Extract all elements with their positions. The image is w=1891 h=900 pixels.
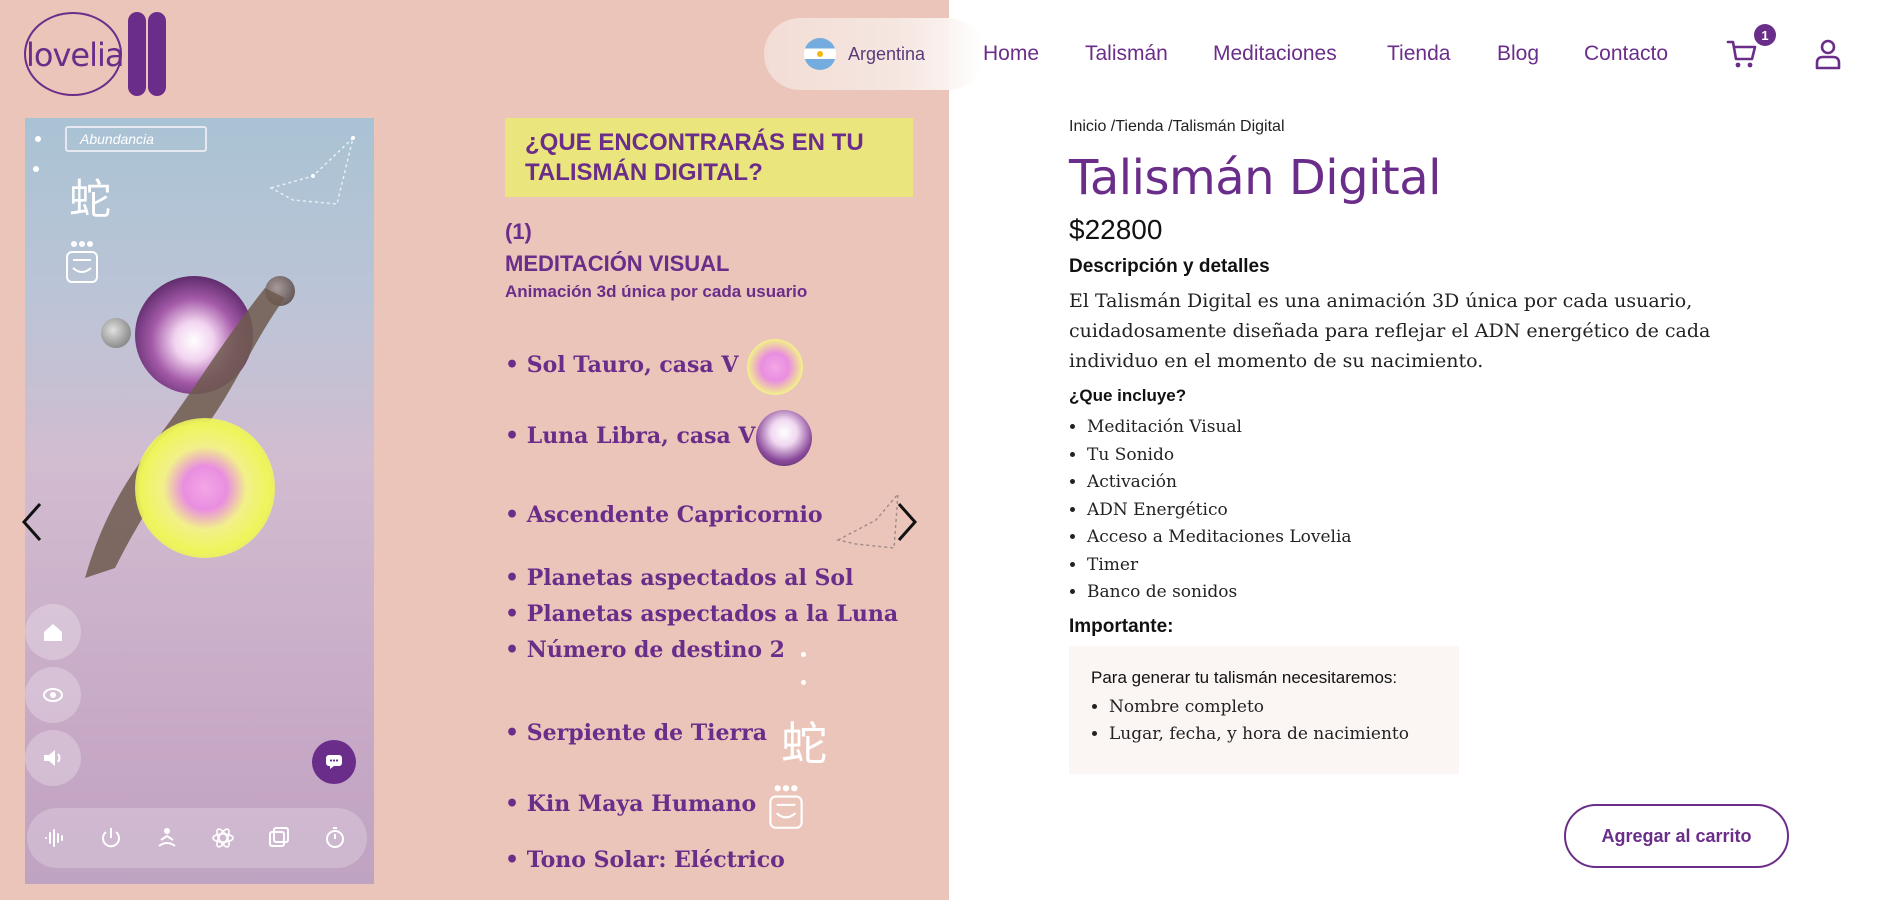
preview-tag: Abundancia — [65, 126, 207, 152]
product-description: El Talismán Digital es una animación 3D … — [1069, 290, 1711, 372]
list-item: Acceso a Meditaciones Lovelia — [1087, 524, 1352, 552]
chat-button[interactable] — [312, 740, 356, 784]
sun-sphere — [135, 418, 275, 558]
feature-item: • Ascendente Capricornio — [505, 502, 823, 528]
features-heading: ¿QUE ENCONTRARÁS EN TU TALISMÁN DIGITAL? — [505, 118, 913, 197]
logo-bar — [148, 12, 166, 96]
meditation-icon[interactable] — [155, 826, 179, 850]
requirements-list: Nombre completo Lugar, fecha, y hora de … — [1109, 694, 1459, 748]
includes-heading: ¿Que incluye? — [1069, 386, 1187, 405]
moon-icon — [756, 410, 812, 466]
atom-icon[interactable] — [211, 826, 235, 850]
requirements-box: Para generar tu talismán necesitaremos: … — [1069, 646, 1459, 774]
logo-text: lovelia — [26, 36, 124, 74]
feature-item: • Serpiente de Tierra — [505, 720, 767, 746]
list-item: Tu Sonido — [1087, 442, 1352, 470]
list-item: Lugar, fecha, y hora de nacimiento — [1109, 721, 1459, 748]
important-heading: Importante: — [1069, 616, 1174, 637]
gallery-icon[interactable] — [267, 826, 291, 850]
view-control[interactable] — [25, 667, 81, 723]
cart-count-badge: 1 — [1754, 24, 1776, 46]
nav-meditaciones[interactable]: Meditaciones — [1213, 42, 1337, 66]
sparkle — [33, 166, 39, 172]
destiny-dot — [801, 652, 806, 657]
list-item: Activación — [1087, 469, 1352, 497]
home-control[interactable] — [25, 604, 81, 660]
feature-item: • Kin Maya Humano — [505, 791, 757, 817]
sparkle — [35, 136, 41, 142]
add-to-cart-button[interactable]: Agregar al carrito — [1564, 804, 1789, 868]
destiny-dot — [801, 680, 806, 685]
list-item: Nombre completo — [1109, 694, 1459, 721]
feature-subtitle: Animación 3d única por cada usuario — [505, 282, 808, 301]
description-heading: Descripción y detalles — [1069, 256, 1270, 277]
kin-maya-glyph-icon — [769, 785, 803, 829]
breadcrumb[interactable]: Inicio /Tienda /Talismán Digital — [1069, 118, 1285, 136]
product-price: $22800 — [1069, 214, 1163, 245]
nav-tienda[interactable]: Tienda — [1387, 42, 1450, 66]
argentina-flag-icon — [804, 38, 836, 70]
eye-icon — [43, 688, 63, 702]
list-item: Timer — [1087, 552, 1352, 580]
carousel-prev-arrow[interactable] — [20, 502, 44, 542]
home-icon — [44, 624, 62, 641]
feature-title: MEDITACIÓN VISUAL — [505, 251, 730, 276]
timer-icon[interactable] — [323, 826, 347, 850]
waveform-icon[interactable] — [43, 826, 67, 850]
country-label: Argentina — [848, 43, 926, 64]
lovelia-logo[interactable]: lovelia — [24, 10, 170, 98]
volume-icon — [44, 750, 61, 766]
list-item: Meditación Visual — [1087, 414, 1352, 442]
nav-home[interactable]: Home — [983, 42, 1039, 66]
preview-toolbar — [27, 808, 367, 868]
logo-bar — [128, 12, 146, 96]
feature-item: • Luna Libra, casa V — [505, 423, 756, 449]
product-title: Talismán Digital — [1069, 150, 1442, 206]
nav-blog[interactable]: Blog — [1497, 42, 1539, 66]
feature-item: • Tono Solar: Eléctrico — [505, 847, 785, 873]
requirements-heading: Para generar tu talismán necesitaremos: — [1091, 668, 1398, 687]
feature-item: • Sol Tauro, casa V — [505, 352, 739, 378]
feature-item: • Planetas aspectados a la Luna — [505, 601, 899, 627]
feature-item: • Número de destino 2 — [505, 637, 785, 663]
constellation-icon — [269, 135, 355, 205]
sound-control[interactable] — [25, 730, 81, 786]
includes-list: Meditación Visual Tu Sonido Activación A… — [1087, 414, 1352, 607]
user-icon[interactable] — [1814, 38, 1842, 70]
chat-icon — [326, 755, 342, 769]
serpent-glyph: 蛇 — [69, 175, 112, 224]
list-item: Banco de sonidos — [1087, 579, 1352, 607]
power-icon[interactable] — [99, 826, 123, 850]
talisman-preview: Abundancia 蛇 — [25, 118, 374, 884]
capricorn-constellation-icon — [836, 491, 899, 549]
nav-contacto[interactable]: Contacto — [1584, 42, 1668, 66]
cart-icon[interactable] — [1726, 38, 1758, 70]
sun-icon — [747, 339, 803, 395]
feature-number: (1) — [505, 219, 532, 244]
nav-talisman[interactable]: Talismán — [1085, 42, 1168, 66]
country-selector[interactable]: Argentina — [764, 18, 984, 90]
list-item: ADN Energético — [1087, 497, 1352, 525]
feature-item: • Planetas aspectados al Sol — [505, 565, 854, 591]
serpent-glyph: 蛇 — [781, 717, 827, 771]
